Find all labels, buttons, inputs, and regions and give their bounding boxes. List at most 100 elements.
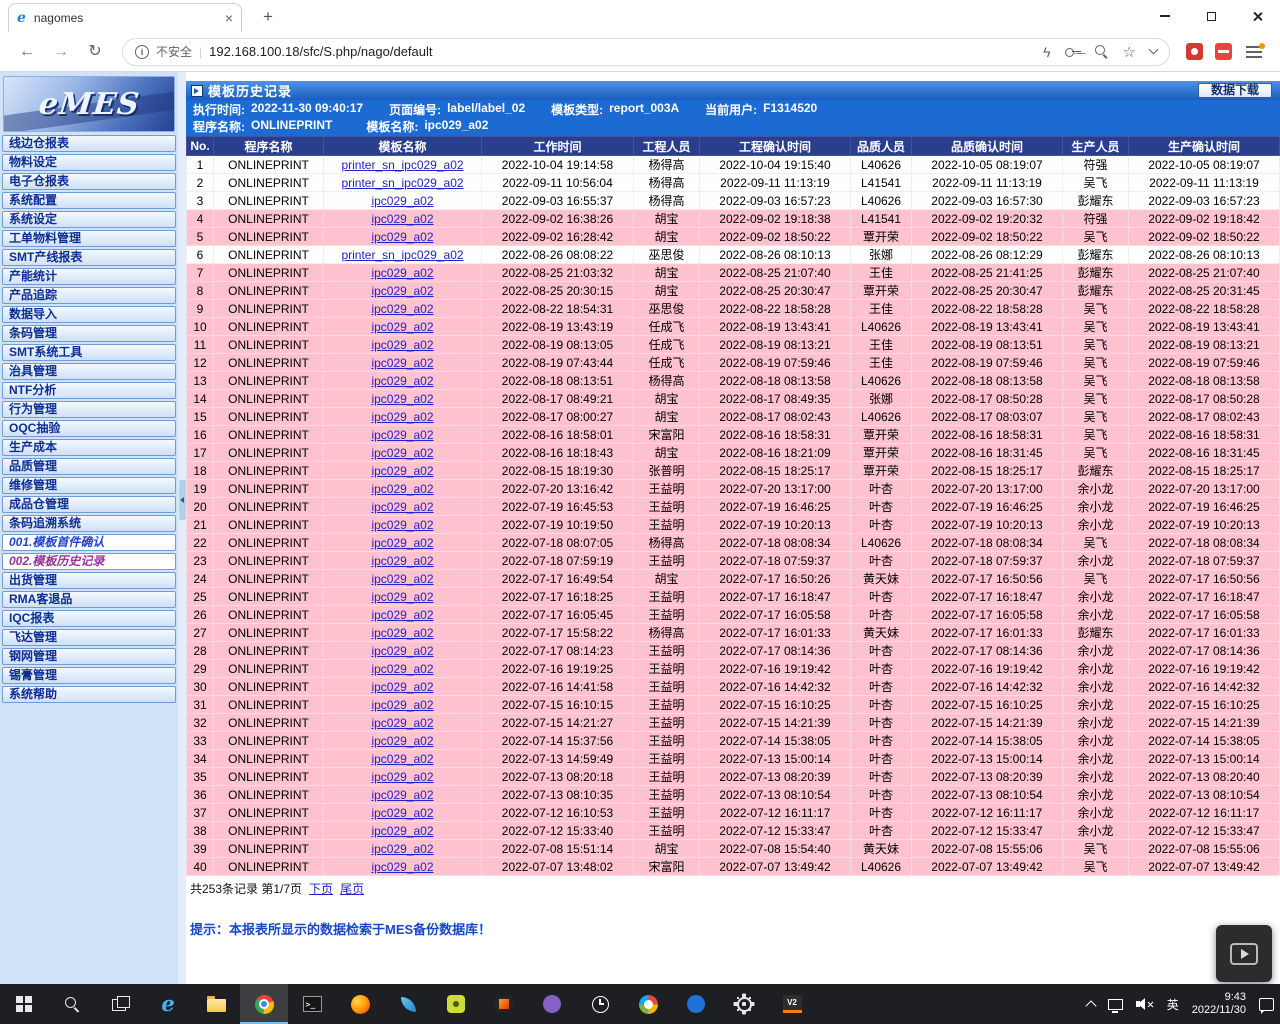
template-link[interactable]: ipc029_a02 [371, 482, 433, 496]
green-app-icon[interactable] [432, 984, 480, 1024]
sidebar-item[interactable]: 品质管理 [2, 458, 176, 475]
template-link[interactable]: ipc029_a02 [371, 392, 433, 406]
browser2-icon[interactable] [624, 984, 672, 1024]
sidebar-item[interactable]: SMT产线报表 [2, 249, 176, 266]
template-link[interactable]: ipc029_a02 [371, 518, 433, 532]
firefox-icon[interactable] [336, 984, 384, 1024]
terminal-icon[interactable]: >_ [288, 984, 336, 1024]
sidebar-item[interactable]: RMA客退品 [2, 591, 176, 608]
template-link[interactable]: ipc029_a02 [371, 788, 433, 802]
reload-icon[interactable]: ↻ [82, 39, 108, 65]
template-link[interactable]: ipc029_a02 [371, 428, 433, 442]
search-icon[interactable] [1095, 45, 1109, 59]
search-icon[interactable] [48, 984, 96, 1024]
template-link[interactable]: ipc029_a02 [371, 536, 433, 550]
sidebar-splitter[interactable] [178, 72, 186, 984]
task-view-icon[interactable] [96, 984, 144, 1024]
chevron-down-icon[interactable] [1149, 45, 1159, 55]
template-link[interactable]: ipc029_a02 [371, 770, 433, 784]
volume-muted-icon[interactable] [1136, 998, 1154, 1011]
template-link[interactable]: ipc029_a02 [371, 230, 433, 244]
ie-icon[interactable]: e [144, 984, 192, 1024]
sidebar-item[interactable]: 条码管理 [2, 325, 176, 342]
feather-icon[interactable] [384, 984, 432, 1024]
template-link[interactable]: ipc029_a02 [371, 464, 433, 478]
mini-player-overlay[interactable] [1216, 925, 1272, 982]
data-download-button[interactable]: 数据下载 [1198, 83, 1272, 98]
template-link[interactable]: ipc029_a02 [371, 662, 433, 676]
last-page-link[interactable]: 尾页 [340, 880, 364, 897]
sidebar-item[interactable]: 治具管理 [2, 363, 176, 380]
browser-menu-icon[interactable] [1246, 46, 1262, 58]
extension-icon-red2[interactable] [1215, 43, 1232, 60]
template-link[interactable]: ipc029_a02 [371, 194, 433, 208]
sidebar-item[interactable]: 001.模板首件确认 [2, 534, 176, 551]
input-language-indicator[interactable]: 英 [1167, 996, 1179, 1013]
template-link[interactable]: printer_sn_ipc029_a02 [341, 158, 463, 172]
action-center-icon[interactable] [1259, 998, 1274, 1011]
sidebar-item[interactable]: 维修管理 [2, 477, 176, 494]
sidebar-item[interactable]: IQC报表 [2, 610, 176, 627]
template-link[interactable]: ipc029_a02 [371, 266, 433, 280]
template-link[interactable]: ipc029_a02 [371, 626, 433, 640]
chrome-icon[interactable] [240, 984, 288, 1024]
template-link[interactable]: printer_sn_ipc029_a02 [341, 176, 463, 190]
maximize-button[interactable] [1188, 0, 1234, 32]
sidebar-item[interactable]: 产品追踪 [2, 287, 176, 304]
sidebar-item[interactable]: 钢网管理 [2, 648, 176, 665]
settings-icon[interactable] [720, 984, 768, 1024]
sidebar-item[interactable]: 工单物料管理 [2, 230, 176, 247]
sidebar-item[interactable]: 002.模板历史记录 [2, 553, 176, 570]
display-icon[interactable] [1108, 999, 1123, 1010]
template-link[interactable]: ipc029_a02 [371, 446, 433, 460]
next-page-link[interactable]: 下页 [309, 880, 333, 897]
template-link[interactable]: ipc029_a02 [371, 320, 433, 334]
sidebar-item[interactable]: 线边仓报表 [2, 135, 176, 152]
sidebar-item[interactable]: 条码追溯系统 [2, 515, 176, 532]
minimize-button[interactable] [1142, 0, 1188, 32]
back-icon[interactable]: ← [14, 39, 40, 65]
template-link[interactable]: ipc029_a02 [371, 410, 433, 424]
taskbar-clock[interactable]: 9:43 2022/11/30 [1192, 991, 1246, 1017]
sidebar-item[interactable]: NTF分析 [2, 382, 176, 399]
template-link[interactable]: ipc029_a02 [371, 338, 433, 352]
sidebar-item[interactable]: 出货管理 [2, 572, 176, 589]
template-link[interactable]: ipc029_a02 [371, 284, 433, 298]
sidebar-item[interactable]: 电子仓报表 [2, 173, 176, 190]
clock-icon[interactable] [576, 984, 624, 1024]
template-link[interactable]: ipc029_a02 [371, 824, 433, 838]
template-link[interactable]: ipc029_a02 [371, 698, 433, 712]
template-link[interactable]: ipc029_a02 [371, 842, 433, 856]
sidebar-item[interactable]: 生产成本 [2, 439, 176, 456]
sidebar-item[interactable]: 数据导入 [2, 306, 176, 323]
explorer-icon[interactable] [192, 984, 240, 1024]
template-link[interactable]: ipc029_a02 [371, 752, 433, 766]
template-link[interactable]: ipc029_a02 [371, 500, 433, 514]
purple-app-icon[interactable] [528, 984, 576, 1024]
v2-player-icon[interactable]: V2 [768, 984, 816, 1024]
page-info-icon[interactable]: i [135, 45, 149, 59]
template-link[interactable]: ipc029_a02 [371, 716, 433, 730]
start-icon[interactable] [0, 984, 48, 1024]
sidebar-item[interactable]: 行为管理 [2, 401, 176, 418]
template-link[interactable]: ipc029_a02 [371, 554, 433, 568]
template-link[interactable]: ipc029_a02 [371, 212, 433, 226]
bookmark-star-icon[interactable]: ☆ [1123, 43, 1136, 61]
sidebar-item[interactable]: 系统设定 [2, 211, 176, 228]
window-close-button[interactable] [1234, 0, 1280, 32]
forward-icon[interactable]: → [48, 39, 74, 65]
template-link[interactable]: ipc029_a02 [371, 860, 433, 874]
sidebar-item[interactable]: 系统帮助 [2, 686, 176, 703]
sidebar-item[interactable]: 锡膏管理 [2, 667, 176, 684]
sidebar-item[interactable]: 成品仓管理 [2, 496, 176, 513]
template-link[interactable]: ipc029_a02 [371, 644, 433, 658]
password-key-icon[interactable] [1065, 48, 1081, 56]
sidebar-item[interactable]: 产能统计 [2, 268, 176, 285]
sidebar-item[interactable]: OQC抽验 [2, 420, 176, 437]
extension-icon-red[interactable] [1186, 43, 1203, 60]
template-link[interactable]: ipc029_a02 [371, 590, 433, 604]
template-link[interactable]: ipc029_a02 [371, 572, 433, 586]
collapse-arrow-icon[interactable] [179, 480, 186, 520]
template-link[interactable]: ipc029_a02 [371, 806, 433, 820]
tab-close-icon[interactable]: × [225, 10, 233, 26]
